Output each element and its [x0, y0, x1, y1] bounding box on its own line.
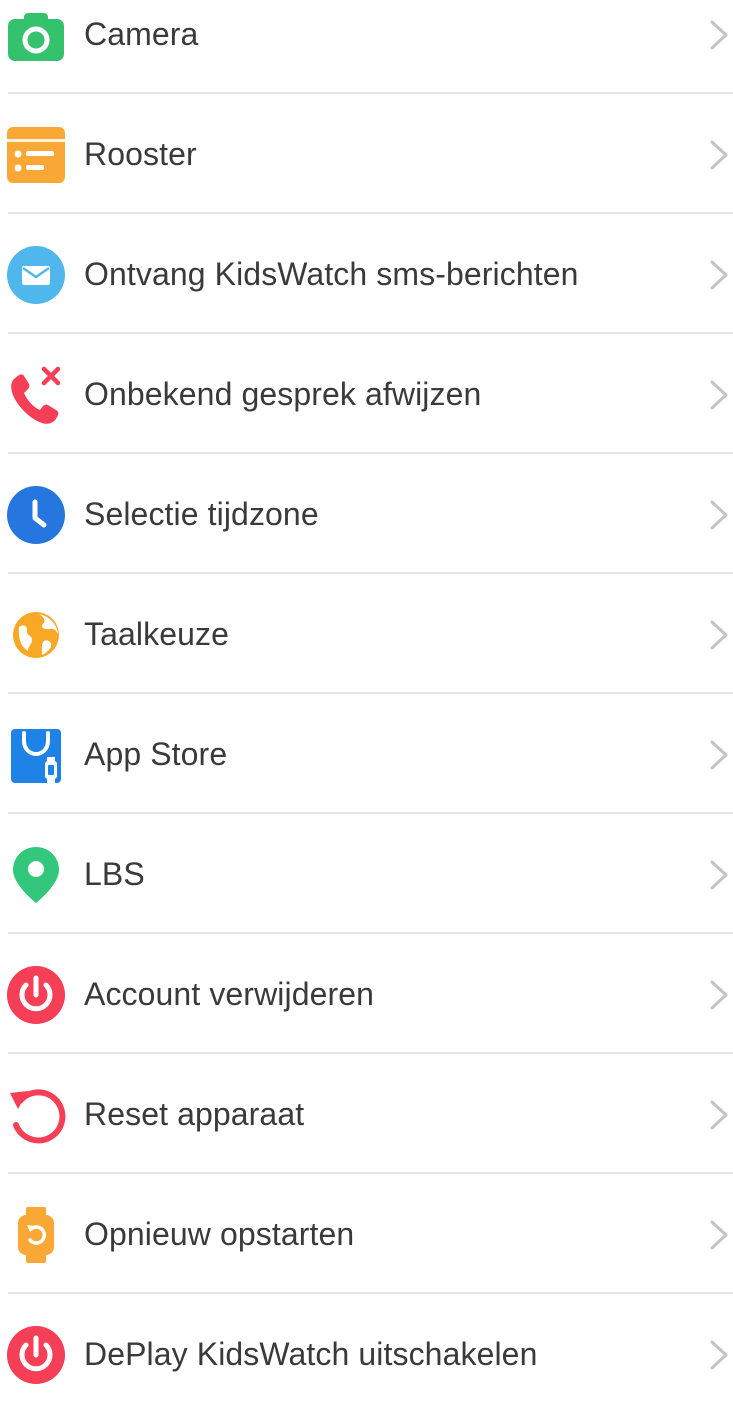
settings-item-label: Selectie tijdzone	[84, 496, 319, 532]
settings-item-label: Ontvang KidsWatch sms-berichten	[84, 256, 579, 292]
chevron-right-icon	[707, 738, 731, 772]
chevron-right-icon	[707, 138, 731, 172]
message-icon	[6, 245, 66, 305]
settings-item-app-store[interactable]: App Store	[0, 694, 733, 814]
settings-item-receive-sms[interactable]: Ontvang KidsWatch sms-berichten	[0, 214, 733, 334]
settings-item-label: Opnieuw opstarten	[84, 1216, 355, 1252]
watch-restart-icon	[6, 1205, 66, 1265]
settings-item-label: Rooster	[84, 136, 197, 172]
settings-item-restart[interactable]: Opnieuw opstarten	[0, 1174, 733, 1294]
chevron-right-icon	[707, 1338, 731, 1372]
chevron-right-icon	[707, 1218, 731, 1252]
chevron-right-icon	[707, 618, 731, 652]
settings-item-rooster[interactable]: Rooster	[0, 94, 733, 214]
power-icon	[6, 965, 66, 1025]
settings-item-label: Onbekend gesprek afwijzen	[84, 376, 482, 412]
power-icon	[6, 1325, 66, 1385]
chevron-right-icon	[707, 18, 731, 52]
settings-item-reject-unknown-call[interactable]: Onbekend gesprek afwijzen	[0, 334, 733, 454]
camera-icon	[6, 5, 66, 65]
settings-item-label: Reset apparaat	[84, 1096, 305, 1132]
settings-list: Camera Rooster Ontvang KidsWatch sms-ber…	[0, 0, 733, 1414]
settings-item-label: App Store	[84, 736, 228, 772]
settings-item-reset-device[interactable]: Reset apparaat	[0, 1054, 733, 1174]
chevron-right-icon	[707, 258, 731, 292]
location-pin-icon	[6, 845, 66, 905]
settings-item-label: LBS	[84, 856, 145, 892]
settings-item-label: DePlay KidsWatch uitschakelen	[84, 1336, 538, 1372]
settings-item-timezone[interactable]: Selectie tijdzone	[0, 454, 733, 574]
reset-icon	[6, 1085, 66, 1145]
app-store-icon	[6, 725, 66, 785]
settings-item-label: Account verwijderen	[84, 976, 375, 1012]
chevron-right-icon	[707, 978, 731, 1012]
settings-item-language[interactable]: Taalkeuze	[0, 574, 733, 694]
settings-item-lbs[interactable]: LBS	[0, 814, 733, 934]
chevron-right-icon	[707, 1098, 731, 1132]
settings-item-label: Camera	[84, 16, 199, 52]
settings-item-label: Taalkeuze	[84, 616, 229, 652]
settings-item-disable-kidswatch[interactable]: DePlay KidsWatch uitschakelen	[0, 1294, 733, 1414]
settings-item-delete-account[interactable]: Account verwijderen	[0, 934, 733, 1054]
chevron-right-icon	[707, 498, 731, 532]
reject-call-icon	[6, 365, 66, 425]
clock-icon	[6, 485, 66, 545]
schedule-icon	[6, 125, 66, 185]
chevron-right-icon	[707, 378, 731, 412]
chevron-right-icon	[707, 858, 731, 892]
settings-item-camera[interactable]: Camera	[0, 0, 733, 94]
globe-icon	[6, 605, 66, 665]
